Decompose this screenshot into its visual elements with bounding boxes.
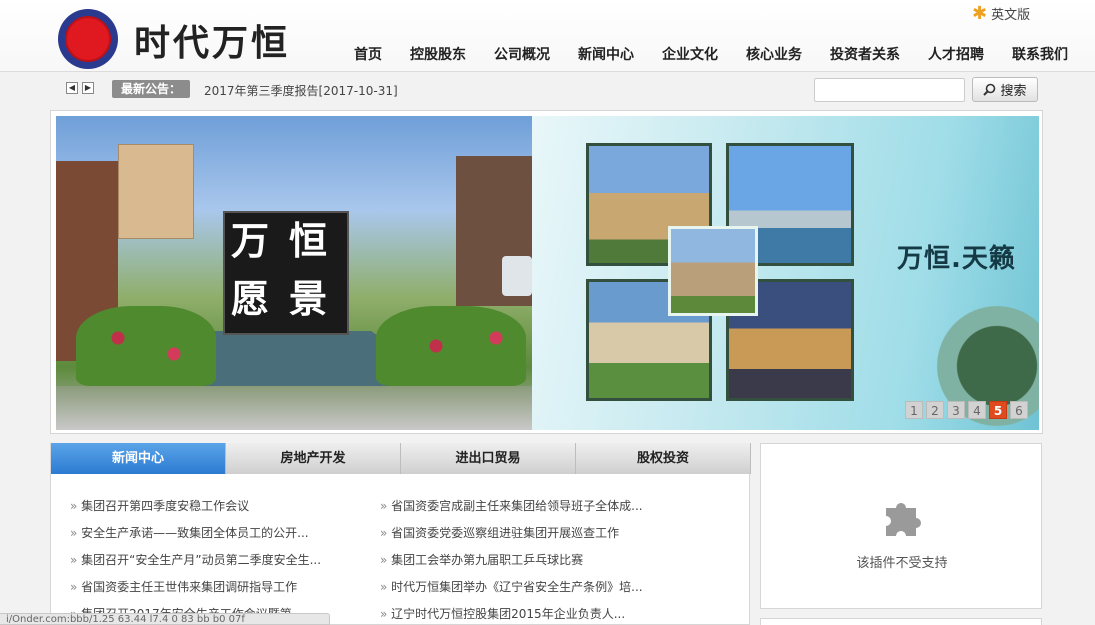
slide-page-6[interactable]: 6 (1010, 401, 1028, 419)
nav-contact[interactable]: 联系我们 (998, 44, 1082, 64)
nav-investor-relations[interactable]: 投资者关系 (816, 44, 914, 64)
news-item[interactable]: 集团工会举办第九届职工乒乓球比赛 (380, 552, 643, 579)
slide-page-2[interactable]: 2 (926, 401, 944, 419)
main-nav: 首页 控股股东 公司概况 新闻中心 企业文化 核心业务 投资者关系 人才招聘 联… (340, 44, 1082, 64)
banner-slogan: 万恒.天籁 (897, 244, 1016, 274)
language-link[interactable]: 英文版 (991, 4, 1030, 23)
sign-char: 恒 (289, 219, 328, 263)
news-item[interactable]: 省国资委主任王世伟来集团调研指导工作 (70, 579, 321, 606)
slide-pager: 1 2 3 4 5 6 (905, 401, 1028, 419)
plugin-placeholder-2 (760, 618, 1042, 625)
news-list-right: 省国资委宫成副主任来集团给领导班子全体成... 省国资委党委巡察组进驻集团开展巡… (380, 498, 643, 625)
tab-real-estate[interactable]: 房地产开发 (226, 443, 401, 474)
news-item[interactable]: 时代万恒集团举办《辽宁省安全生产条例》培... (380, 579, 642, 606)
sign-char: 万 (231, 219, 270, 263)
plugin-message: 该插件不受支持 (856, 556, 948, 571)
notice-link[interactable]: 2017年第三季度报告[2017-10-31] (204, 82, 398, 99)
banner-slideshow[interactable]: 万 恒 愿 景 万恒.天籁 1 2 3 4 5 6 (50, 110, 1043, 434)
news-item[interactable]: 安全生产承诺——致集团全体员工的公开... (70, 525, 321, 552)
nav-news-center[interactable]: 新闻中心 (564, 44, 648, 64)
nav-careers[interactable]: 人才招聘 (914, 44, 998, 64)
villa-photo-center (668, 226, 758, 316)
slide-page-3[interactable]: 3 (947, 401, 965, 419)
next-arrow-icon[interactable]: ▶ (82, 82, 94, 94)
plugin-placeholder: 该插件不受支持 (760, 443, 1042, 609)
news-item[interactable]: 省国资委党委巡察组进驻集团开展巡查工作 (380, 525, 643, 552)
prev-arrow-icon[interactable]: ◀ (66, 82, 78, 94)
notice-bar: ◀ ▶ 最新公告： 2017年第三季度报告[2017-10-31] 搜索 (0, 73, 1095, 107)
nav-home[interactable]: 首页 (340, 44, 396, 64)
news-item[interactable]: 集团召开第四季度安稳工作会议 (70, 498, 321, 525)
notice-label: 最新公告： (112, 80, 190, 98)
language-switch[interactable]: ✱ 英文版 (972, 4, 1030, 23)
search-input[interactable] (814, 78, 965, 102)
search-button-label: 搜索 (1000, 84, 1027, 99)
news-item[interactable]: 集团召开“安全生产月”动员第二季度安全生... (70, 552, 321, 579)
status-bar: i/Onder.com:bbb/1.25 63.44 l7.4 0 83 bb … (0, 613, 330, 625)
sign-char: 景 (289, 277, 328, 321)
news-item[interactable]: 辽宁时代万恒控股集团2015年企业负责人... (380, 606, 643, 625)
news-tabs: 新闻中心 房地产开发 进出口贸易 股权投资 (51, 443, 751, 474)
logo-ring (65, 16, 111, 62)
logo-text[interactable]: 时代万恒 (134, 14, 290, 66)
nav-corporate-culture[interactable]: 企业文化 (648, 44, 732, 64)
nav-holding-shareholder[interactable]: 控股股东 (396, 44, 480, 64)
banner-photo-villas: 万恒.天籁 (532, 116, 1039, 430)
slide-page-1[interactable]: 1 (905, 401, 923, 419)
news-list-left: 集团召开第四季度安稳工作会议 安全生产承诺——致集团全体员工的公开... 集团召… (70, 498, 321, 625)
nav-core-business[interactable]: 核心业务 (732, 44, 816, 64)
slide-page-5[interactable]: 5 (989, 401, 1007, 419)
sign-char: 愿 (231, 277, 270, 321)
news-item[interactable]: 省国资委宫成副主任来集团给领导班子全体成... (380, 498, 642, 525)
tab-equity-investment[interactable]: 股权投资 (576, 443, 751, 474)
site-header: 时代万恒 ✱ 英文版 首页 控股股东 公司概况 新闻中心 企业文化 核心业务 投… (0, 0, 1095, 72)
search-button[interactable]: 搜索 (972, 77, 1038, 102)
puzzle-icon (886, 503, 921, 536)
banner-photo-plaza: 万 恒 愿 景 (56, 116, 532, 430)
nav-company-overview[interactable]: 公司概况 (480, 44, 564, 64)
logo-icon[interactable] (58, 9, 118, 69)
tab-news-center[interactable]: 新闻中心 (51, 443, 226, 474)
slide-page-4[interactable]: 4 (968, 401, 986, 419)
news-panel: 新闻中心 房地产开发 进出口贸易 股权投资 集团召开第四季度安稳工作会议 安全生… (50, 443, 751, 625)
vision-sign: 万 恒 愿 景 (223, 211, 349, 335)
search-icon (983, 83, 996, 96)
tab-import-export[interactable]: 进出口贸易 (401, 443, 576, 474)
star-icon: ✱ (972, 2, 988, 24)
